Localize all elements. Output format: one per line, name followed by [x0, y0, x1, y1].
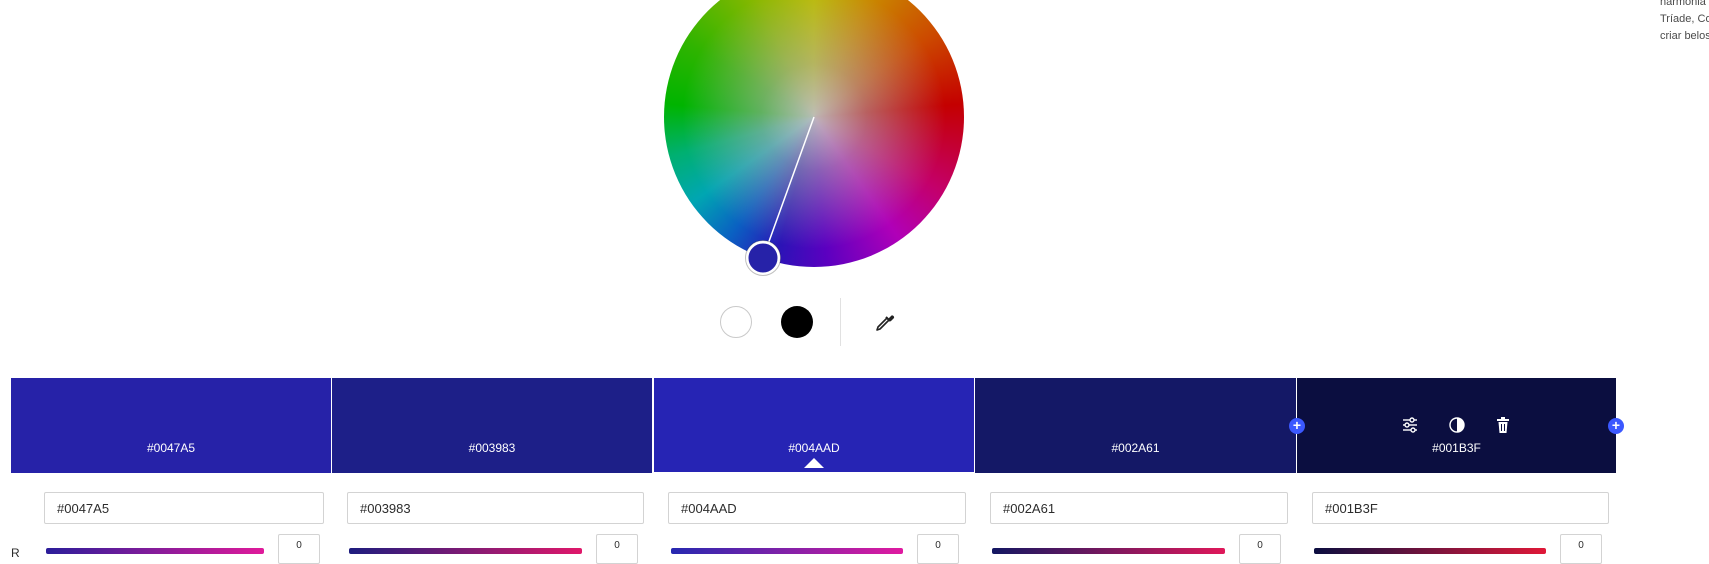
- contrast-icon[interactable]: [1448, 416, 1466, 434]
- side-text-line: harmonia: [1660, 0, 1706, 8]
- slider-track-3[interactable]: [671, 548, 903, 554]
- swatch-hex-label: #004AAD: [788, 441, 840, 455]
- slider-track-5[interactable]: [1314, 548, 1546, 554]
- slider-value-3[interactable]: 0: [917, 534, 959, 564]
- adjust-sliders-icon[interactable]: [1401, 416, 1419, 434]
- swatch-3-selected[interactable]: #004AAD: [653, 377, 975, 473]
- add-color-right-icon[interactable]: +: [1608, 418, 1624, 434]
- swatch-5[interactable]: #001B3F: [1297, 378, 1616, 473]
- swatch-1[interactable]: #0047A5: [11, 378, 331, 473]
- hex-input-3[interactable]: [668, 492, 966, 524]
- slider-row-label: R: [11, 546, 20, 560]
- eyedropper-icon[interactable]: [873, 310, 897, 334]
- slider-track-2[interactable]: [349, 548, 582, 554]
- swatch-hex-label: #003983: [468, 441, 516, 455]
- slider-value-2[interactable]: 0: [596, 534, 638, 564]
- side-text-line: Tríade, Co: [1660, 13, 1709, 25]
- black-color-button[interactable]: [781, 306, 813, 338]
- hex-input-2[interactable]: [347, 492, 644, 524]
- slider-track-1[interactable]: [46, 548, 264, 554]
- swatch-actions: [1297, 416, 1616, 434]
- harmony-description: harmonia Tríade, Co criar belos: [1660, 0, 1709, 45]
- hex-input-4[interactable]: [990, 492, 1288, 524]
- wheel-handle-line: [762, 116, 815, 259]
- slider-track-4[interactable]: [992, 548, 1225, 554]
- swatch-hex-label: #001B3F: [1432, 441, 1481, 455]
- swatch-hex-label: #002A61: [1111, 441, 1160, 455]
- color-swatches: #0047A5 #003983 #004AAD #002A61 #001B3F …: [11, 377, 1624, 473]
- tool-divider: [840, 298, 841, 346]
- color-wheel[interactable]: [664, 0, 964, 276]
- slider-value-4[interactable]: 0: [1239, 534, 1281, 564]
- add-color-left-icon[interactable]: +: [1289, 418, 1305, 434]
- selected-caret-icon: [804, 458, 824, 468]
- slider-value-1[interactable]: 0: [278, 534, 320, 564]
- hex-input-5[interactable]: [1312, 492, 1609, 524]
- white-color-button[interactable]: [720, 306, 752, 338]
- hex-input-1[interactable]: [44, 492, 324, 524]
- swatch-2[interactable]: #003983: [332, 378, 652, 473]
- side-text-line: criar belos: [1660, 30, 1709, 42]
- color-wheel-overlay: [745, 116, 815, 276]
- swatch-hex-label: #0047A5: [146, 441, 196, 455]
- swatch-4[interactable]: #002A61: [975, 378, 1296, 473]
- wheel-handle-selected[interactable]: [745, 240, 781, 276]
- slider-value-5[interactable]: 0: [1560, 534, 1602, 564]
- trash-icon[interactable]: [1494, 416, 1512, 434]
